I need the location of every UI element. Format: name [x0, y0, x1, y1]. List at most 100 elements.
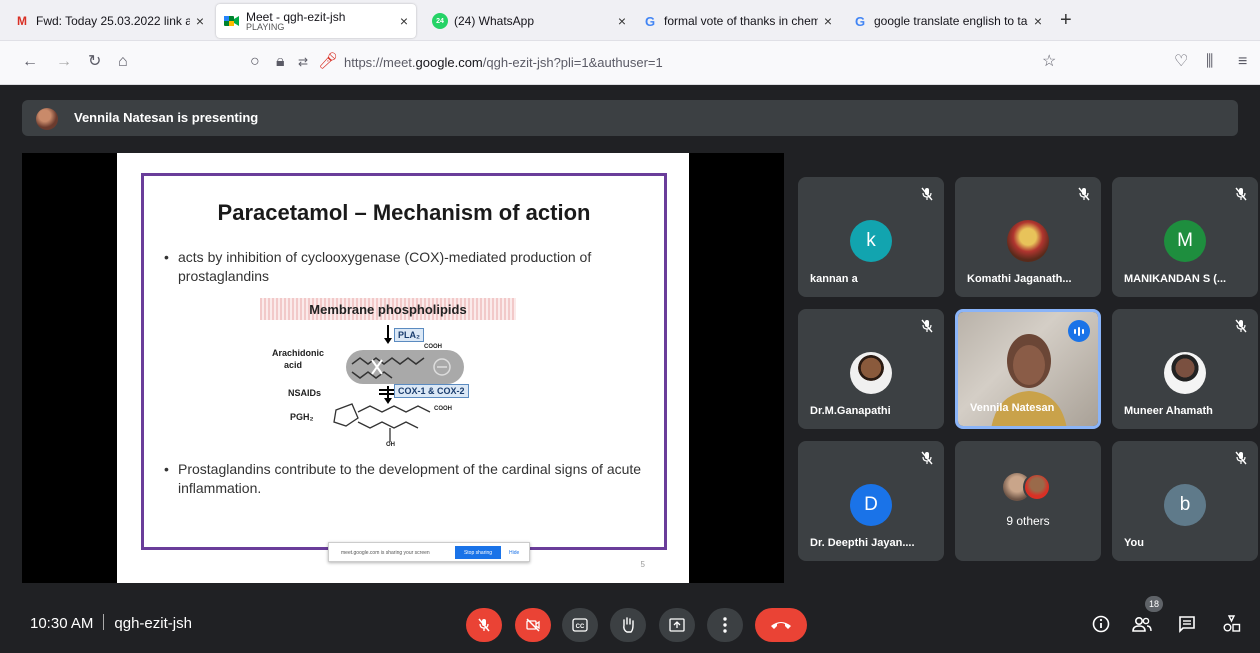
lock-icon[interactable]: 🔒︎ [276, 53, 285, 71]
leave-call-button[interactable] [755, 608, 807, 642]
permissions-icon[interactable]: ⇄ [298, 53, 308, 71]
meeting-info: 10:30 AM qgh-ezit-jsh [30, 614, 192, 632]
divider [103, 614, 105, 630]
activities-icon [1223, 615, 1241, 632]
participant-tile[interactable]: M MANIKANDAN S (... [1112, 177, 1258, 297]
close-tab-icon[interactable]: × [824, 13, 832, 29]
pla2-label: PLA₂ [394, 328, 424, 342]
new-tab-icon[interactable]: + [1060, 10, 1072, 30]
close-tab-icon[interactable]: × [400, 13, 408, 29]
microphone-toggle-button[interactable] [466, 608, 502, 642]
others-count-label: 9 others [1006, 514, 1050, 528]
menu-icon[interactable]: ≡ [1238, 53, 1247, 71]
microphone-icon[interactable]: 🎤︎ [318, 53, 338, 71]
people-button[interactable] [1130, 612, 1154, 636]
tab-title: (24) WhatsApp [454, 14, 535, 28]
presentation-stage: Paracetamol – Mechanism of action • acts… [22, 153, 784, 583]
cooh-label: COOH [424, 344, 442, 350]
more-options-button[interactable] [707, 608, 743, 642]
pgh2-label: PGH₂ [290, 412, 314, 422]
chat-icon [1179, 616, 1195, 633]
others-tile[interactable]: 9 others [955, 441, 1101, 561]
tab-title: Fwd: Today 25.03.2022 link and [36, 14, 190, 28]
participant-tile-speaking[interactable]: Vennila Natesan [955, 309, 1101, 429]
camera-off-icon [526, 618, 540, 632]
participant-tile[interactable]: Komathi Jaganath... [955, 177, 1101, 297]
muted-mic-icon [1235, 451, 1247, 465]
stop-sharing-button[interactable]: Stop sharing [455, 546, 501, 559]
participant-tile-self[interactable]: b You [1112, 441, 1258, 561]
participant-name: Komathi Jaganath... [967, 273, 1072, 285]
tab-google-search-2[interactable]: G google translate english to tam × [844, 4, 1050, 38]
meeting-code: qgh-ezit-jsh [114, 615, 192, 632]
hide-button[interactable]: Hide [509, 550, 519, 556]
info-icon [1092, 615, 1110, 633]
whatsapp-icon: 24 [432, 13, 448, 29]
raise-hand-button[interactable] [610, 608, 646, 642]
presenting-text: Vennila Natesan is presenting [74, 110, 259, 125]
tab-whatsapp[interactable]: 24 (24) WhatsApp × [424, 4, 634, 38]
share-notice-text: meet.google.com is sharing your screen [341, 550, 430, 556]
avatar: M [1164, 220, 1206, 262]
camera-toggle-button[interactable] [515, 608, 551, 642]
reload-icon[interactable]: ↻ [88, 53, 101, 71]
participant-tile[interactable]: D Dr. Deepthi Jayan.... [798, 441, 944, 561]
avatar: k [850, 220, 892, 262]
participant-tile[interactable]: Dr.M.Ganapathi [798, 309, 944, 429]
participant-count-badge: 18 [1145, 596, 1163, 612]
participant-tile[interactable]: k kannan a [798, 177, 944, 297]
hang-up-icon [771, 622, 791, 629]
close-tab-icon[interactable]: × [618, 13, 626, 29]
slide-frame: Paracetamol – Mechanism of action • acts… [141, 173, 667, 562]
meet-icon [224, 13, 240, 29]
hand-icon [623, 617, 634, 633]
meeting-details-button[interactable] [1089, 612, 1113, 636]
participant-name: Vennila Natesan [970, 402, 1055, 414]
google-icon: G [644, 13, 656, 29]
tab-title: google translate english to tam [874, 14, 1028, 28]
mechanism-diagram: Membrane phospholipids PLA₂ Arachidonic … [260, 298, 516, 468]
tab-gmail[interactable]: M Fwd: Today 25.03.2022 link and × [6, 4, 212, 38]
tab-google-search-1[interactable]: G formal vote of thanks in chemis × [634, 4, 840, 38]
slide-bullet: • Prostaglandins contribute to the devel… [164, 461, 642, 496]
acid-label: acid [284, 360, 303, 370]
avatar [1023, 473, 1051, 501]
shield-icon[interactable]: ○ [250, 53, 260, 71]
bookmark-star-icon[interactable]: ☆ [1042, 53, 1056, 71]
meeting-time: 10:30 AM [30, 615, 94, 632]
more-vert-icon [723, 617, 727, 633]
forward-icon[interactable]: → [56, 53, 72, 71]
avatar: D [850, 484, 892, 526]
navigation-toolbar: ← → ↻ ⌂ ○ 🔒︎ ⇄ 🎤︎ https://meet.google.co… [0, 41, 1260, 85]
url-text[interactable]: https://meet.google.com/qgh-ezit-jsh?pli… [344, 55, 663, 70]
home-icon[interactable]: ⌂ [118, 53, 128, 71]
muted-mic-icon [921, 319, 933, 333]
captions-button[interactable]: CC [562, 608, 598, 642]
muted-mic-icon [1235, 319, 1247, 333]
avatar [36, 108, 58, 130]
tab-meet[interactable]: Meet - qgh-ezit-jsh PLAYING × [216, 4, 416, 38]
close-tab-icon[interactable]: × [196, 13, 204, 29]
back-icon[interactable]: ← [22, 53, 38, 71]
activities-button[interactable] [1220, 612, 1244, 636]
present-screen-button[interactable] [659, 608, 695, 642]
presenting-banner: Vennila Natesan is presenting [22, 100, 1238, 136]
tab-title: Meet - qgh-ezit-jsh [246, 10, 346, 24]
participant-name: MANIKANDAN S (... [1124, 273, 1227, 285]
muted-mic-icon [921, 187, 933, 201]
library-icon[interactable]: ⫼ [1206, 53, 1213, 71]
present-icon [669, 618, 685, 632]
participant-tile[interactable]: Muneer Ahamath [1112, 309, 1258, 429]
nsaids-label: NSAIDs [288, 388, 322, 398]
cooh-label: COOH [434, 406, 452, 412]
pocket-icon[interactable]: ♡ [1174, 53, 1188, 71]
chat-button[interactable] [1175, 612, 1199, 636]
participant-name: kannan a [810, 273, 858, 285]
address-bar[interactable]: ○ 🔒︎ ⇄ 🎤︎ https://meet.google.com/qgh-ez… [236, 47, 1072, 79]
oh-label: OH [386, 442, 395, 448]
tab-playing-label: PLAYING [246, 21, 285, 32]
avatar [1164, 352, 1206, 394]
close-tab-icon[interactable]: × [1034, 13, 1042, 29]
people-icon [1132, 616, 1152, 632]
slide-title: Paracetamol – Mechanism of action [217, 200, 591, 225]
